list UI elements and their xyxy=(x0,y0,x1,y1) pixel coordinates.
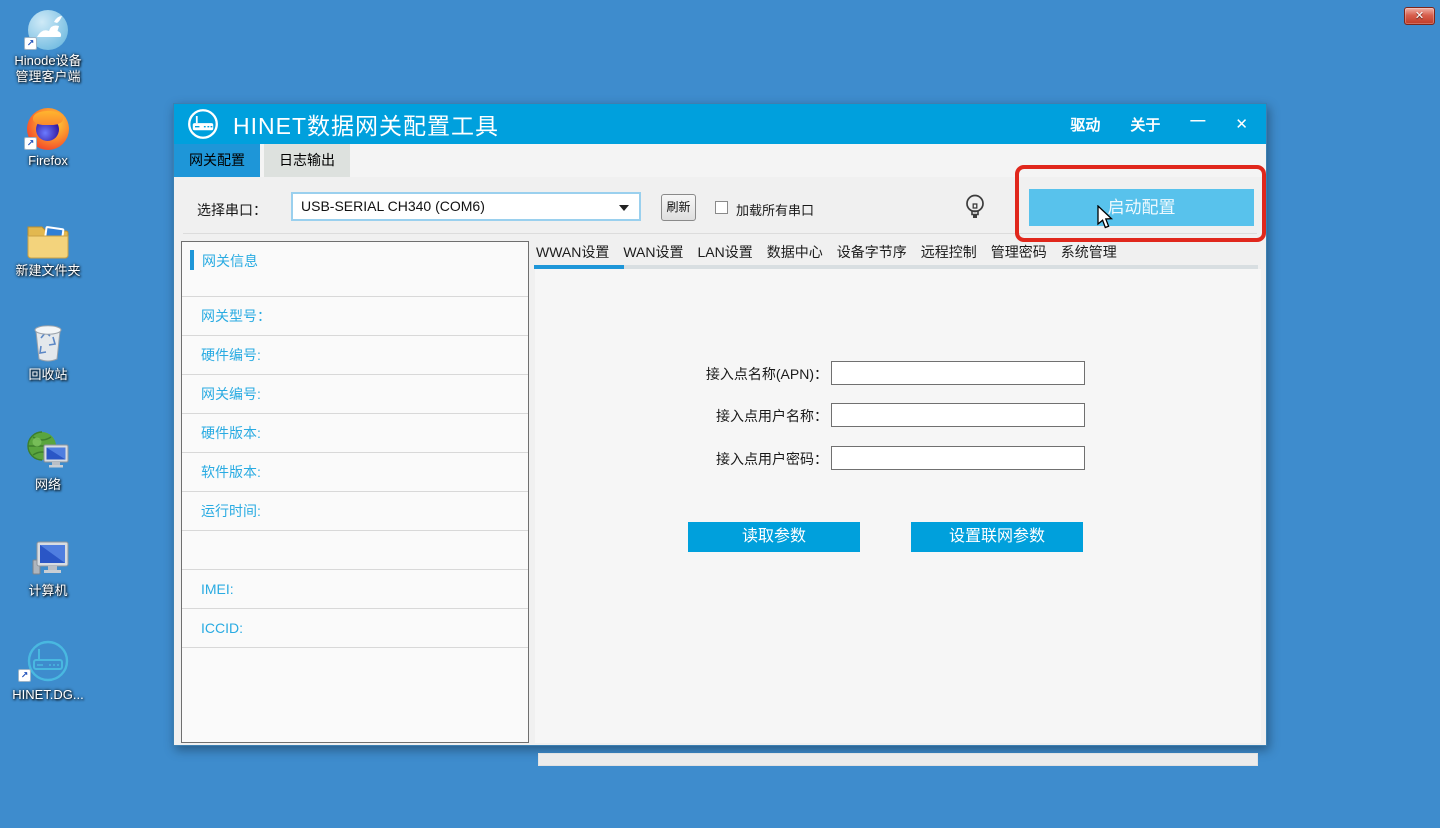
desktop-icon-label: Firefox xyxy=(2,153,94,169)
desktop-icon-label: 网络 xyxy=(2,477,94,493)
hinet-app-icon: ↗ xyxy=(2,636,94,684)
shortcut-arrow-icon: ↗ xyxy=(24,137,37,150)
info-row-hw-version: 硬件版本: xyxy=(182,414,528,453)
firefox-icon: ↗ xyxy=(2,104,94,150)
info-row-hw-id: 硬件编号: xyxy=(182,336,528,375)
recycle-bin-icon xyxy=(2,318,94,364)
settings-tab-bar: WWAN设置 WAN设置 LAN设置 数据中心 设备字节序 远程控制 管理密码 … xyxy=(533,241,1261,269)
desktop-icon-label: 新建文件夹 xyxy=(2,263,94,279)
computer-icon xyxy=(2,534,94,580)
window-title: HINET数据网关配置工具 xyxy=(233,107,499,141)
titlebar[interactable]: HINET数据网关配置工具 驱动 关于 — ✕ xyxy=(174,104,1266,144)
info-row-iccid: ICCID: xyxy=(182,609,528,648)
serial-port-value: USB-SERIAL CH340 (COM6) xyxy=(301,198,485,214)
desktop-icon-hinode-client[interactable]: ↗ Hinode设备 管理客户端 xyxy=(2,4,94,85)
desktop-icon-hinet-shortcut[interactable]: ↗ HINET.DG... xyxy=(2,636,94,703)
lightbulb-icon[interactable] xyxy=(964,193,986,223)
mouse-cursor xyxy=(1094,205,1116,231)
chevron-down-icon xyxy=(619,205,629,211)
shortcut-arrow-icon: ↗ xyxy=(18,669,31,682)
info-row-uptime: 运行时间: xyxy=(182,492,528,531)
folder-icon xyxy=(2,214,94,260)
desktop-icon-computer[interactable]: 计算机 xyxy=(2,534,94,599)
gateway-info-panel: 网关信息 网关型号： 硬件编号: 网关编号: 硬件版本: 软件版本: 运行时间:… xyxy=(181,241,529,743)
tab-gateway-config[interactable]: 网关配置 xyxy=(174,144,260,177)
apn-password-input[interactable] xyxy=(831,446,1085,470)
set-network-params-button[interactable]: 设置联网参数 xyxy=(911,522,1083,552)
wwan-settings-content: 接入点名称(APN)： 接入点用户名称： 接入点用户密码： 读取参数 设置联网参… xyxy=(535,269,1261,743)
accent-bar xyxy=(190,250,194,270)
driver-button[interactable]: 驱动 xyxy=(1070,114,1100,135)
desktop-icon-firefox[interactable]: ↗ Firefox xyxy=(2,104,94,169)
read-params-button[interactable]: 读取参数 xyxy=(688,522,860,552)
settings-panel: WWAN设置 WAN设置 LAN设置 数据中心 设备字节序 远程控制 管理密码 … xyxy=(533,241,1261,743)
minimize-button[interactable]: — xyxy=(1190,112,1205,129)
network-icon xyxy=(2,428,94,474)
app-window: HINET数据网关配置工具 驱动 关于 — ✕ 网关配置 日志输出 选择串口： … xyxy=(173,103,1267,746)
desktop-icon-label: 计算机 xyxy=(2,583,94,599)
apn-username-label: 接入点用户名称： xyxy=(656,406,828,426)
info-row-sw-version: 软件版本: xyxy=(182,453,528,492)
shortcut-arrow-icon: ↗ xyxy=(24,37,37,50)
info-row-gw-id: 网关编号: xyxy=(182,375,528,414)
serial-port-dropdown[interactable]: USB-SERIAL CH340 (COM6) xyxy=(291,192,641,221)
info-row-imei: IMEI: xyxy=(182,570,528,609)
refresh-button[interactable]: 刷新 xyxy=(661,194,696,221)
horizontal-scrollbar[interactable] xyxy=(538,753,1258,766)
desktop: ↗ Hinode设备 管理客户端 ↗ Firefox 新建文件夹 xyxy=(0,0,1440,828)
info-row-empty xyxy=(182,531,528,570)
apn-input[interactable] xyxy=(831,361,1085,385)
apn-password-label: 接入点用户密码： xyxy=(656,449,828,469)
desktop-icon-network[interactable]: 网络 xyxy=(2,428,94,493)
desktop-icon-label: 回收站 xyxy=(2,367,94,383)
apn-username-input[interactable] xyxy=(831,403,1085,427)
gateway-info-header: 网关信息 xyxy=(202,251,258,271)
desktop-icon-label: HINET.DG... xyxy=(2,687,94,703)
app-logo-router-icon xyxy=(185,108,221,140)
desktop-icon-label: Hinode设备 管理客户端 xyxy=(2,53,94,85)
remote-session-close-button[interactable]: ✕ xyxy=(1404,7,1435,25)
load-all-ports-label: 加载所有串口 xyxy=(736,200,814,219)
desktop-icon-recycle-bin[interactable]: 回收站 xyxy=(2,318,94,383)
start-config-button[interactable]: 启动配置 xyxy=(1029,189,1254,226)
about-button[interactable]: 关于 xyxy=(1130,114,1160,135)
tab-log-output[interactable]: 日志输出 xyxy=(264,144,350,177)
close-button[interactable]: ✕ xyxy=(1235,115,1248,133)
serial-port-label: 选择串口： xyxy=(197,200,267,220)
load-all-ports-checkbox[interactable] xyxy=(715,201,728,214)
active-tab-underline xyxy=(534,265,624,269)
apn-label: 接入点名称(APN)： xyxy=(656,364,828,384)
desktop-icon-new-folder[interactable]: 新建文件夹 xyxy=(2,214,94,279)
info-row-model: 网关型号： xyxy=(182,297,528,336)
hinode-client-icon: ↗ xyxy=(2,4,94,50)
